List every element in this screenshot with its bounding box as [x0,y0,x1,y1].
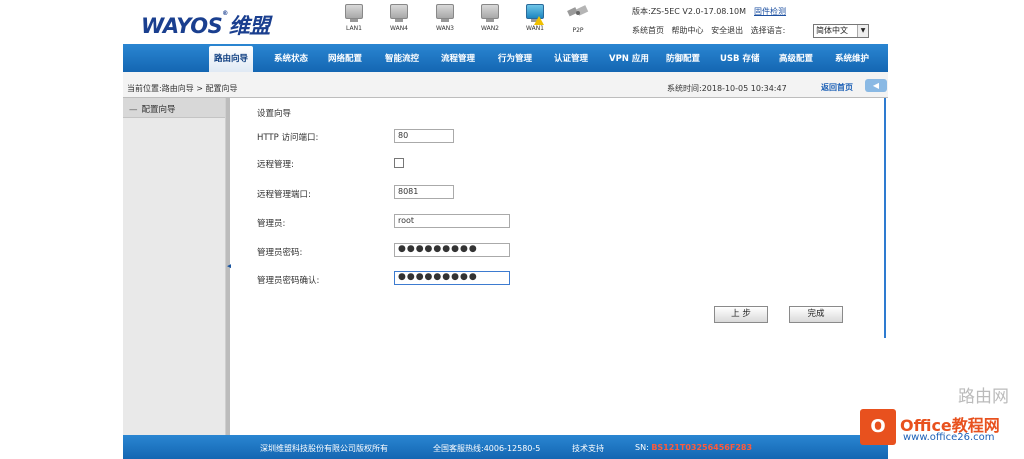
port-label: WAN4 [389,25,408,32]
collapse-icon: — [129,105,138,115]
remote-mgmt-label: 远程管理: [257,160,294,170]
port-wan1-icon[interactable]: WAN1 [522,4,548,38]
logo-reg-mark: ® [222,10,228,17]
remote-mgmt-checkbox[interactable] [394,158,404,168]
language-value: 简体中文 [816,26,848,35]
hotline: 全国客服热线:4006-12580-5 [433,444,541,453]
nav-auth-mgmt[interactable]: 认证管理 [554,52,588,64]
copyright: 深圳维盟科技股份有限公司版权所有 [260,444,388,453]
finish-button[interactable]: 完成 [789,306,843,323]
router-admin-frame: WAYOS®维盟 LAN1 WAN4 WAN3 WAN2 WAN1 P2P 版本… [123,0,888,459]
header: WAYOS®维盟 LAN1 WAN4 WAN3 WAN2 WAN1 P2P 版本… [123,0,888,44]
monitor-icon [481,4,499,19]
nav-defense-config[interactable]: 防御配置 [666,52,700,64]
logo-cn-text: 维盟 [228,14,271,38]
breadcrumb-bar: 当前位置:路由向导 > 配置向导 系统时间:2018-10-05 10:34:4… [123,72,888,98]
footer: 深圳维盟科技股份有限公司版权所有 全国客服热线:4006-12580-5 技术支… [123,435,888,459]
system-time: 系统时间:2018-10-05 10:34:47 [667,84,787,93]
port-wan2-icon[interactable]: WAN2 [477,4,503,38]
scrollbar[interactable] [884,98,886,338]
nav-system-maintenance[interactable]: 系统维护 [835,52,869,64]
help-link[interactable]: 帮助中心 [672,26,704,35]
p2p-icon[interactable]: P2P [565,4,591,38]
sidebar: — 配置向导 [123,98,226,435]
remote-port-label: 远程管理端口: [257,190,311,200]
nav-usb-storage[interactable]: USB 存储 [720,52,759,64]
remote-port-input[interactable]: 8081 [394,185,454,199]
nav-traffic-control[interactable]: 智能流控 [385,52,419,64]
chevron-down-icon: ▼ [857,25,868,37]
admin-label: 管理员: [257,219,286,229]
port-wan3-icon[interactable]: WAN3 [432,4,458,38]
admin-password-confirm-label: 管理员密码确认: [257,276,320,286]
sidebar-item-label: 配置向导 [141,105,176,115]
nav-advanced-config[interactable]: 高级配置 [779,52,813,64]
serial-number: SN: BS121T03256456F283 [635,443,752,452]
port-label: LAN1 [346,25,362,32]
office-logo-icon: O [860,409,896,445]
back-arrow-icon[interactable]: ◀ [865,79,887,92]
monitor-icon [345,4,363,19]
nav-system-status[interactable]: 系统状态 [274,52,308,64]
breadcrumb: 当前位置:路由向导 > 配置向导 [127,84,238,93]
warning-icon [534,16,544,25]
sidebar-item-config-wizard[interactable]: — 配置向导 [123,98,225,118]
port-wan4-icon[interactable]: WAN4 [386,4,412,38]
language-label: 选择语言: [750,26,786,35]
nav-route-wizard[interactable]: 路由向导 [209,46,254,72]
watermark-url: www.office26.com [903,432,995,443]
top-links: 系统首页 帮助中心 安全退出 选择语言: [632,25,790,36]
monitor-icon [390,4,408,19]
nav-behavior-mgmt[interactable]: 行为管理 [498,52,532,64]
back-home-link[interactable]: 返回首页 [821,82,853,93]
section-title: 设置向导 [257,109,292,119]
home-link[interactable]: 系统首页 [632,26,664,35]
http-port-input[interactable]: 80 [394,129,454,143]
port-label: WAN3 [435,25,454,32]
satellite-icon [567,5,589,17]
http-port-label: HTTP 访问端口: [257,133,319,143]
logo-text: WAYOS [141,14,223,38]
sn-label: SN: [635,443,649,452]
version-text: 版本:ZS-5EC V2.0-17.08.10M [632,7,747,16]
nav-vpn[interactable]: VPN 应用 [609,52,649,64]
upgrade-link[interactable]: 固件检测 [754,7,786,16]
nav-process-mgmt[interactable]: 流程管理 [441,52,475,64]
app-root: WAYOS®维盟 LAN1 WAN4 WAN3 WAN2 WAN1 P2P 版本… [0,0,1024,459]
main-nav: 路由向导 系统状态 网络配置 智能流控 流程管理 行为管理 认证管理 VPN 应… [123,44,888,72]
support-link[interactable]: 技术支持 [572,443,604,454]
main-content: 设置向导 HTTP 访问端口: 80 远程管理: 远程管理端口: 8081 管理… [231,98,886,435]
logout-link[interactable]: 安全退出 [711,26,743,35]
nav-network-config[interactable]: 网络配置 [328,52,362,64]
sn-value: BS121T03256456F283 [651,443,753,452]
prev-step-button[interactable]: 上 步 [714,306,768,323]
admin-input[interactable]: root [394,214,510,228]
admin-password-confirm-input[interactable]: ●●●●●●●●● [394,271,510,285]
port-label: WAN2 [480,25,499,32]
brand-logo: WAYOS®维盟 [141,10,270,40]
monitor-icon [436,4,454,19]
port-lan1-icon[interactable]: LAN1 [341,4,367,38]
firmware-version: 版本:ZS-5EC V2.0-17.08.10M 固件检测 [632,6,786,17]
port-label: WAN1 [525,25,544,32]
admin-password-input[interactable]: ●●●●●●●●● [394,243,510,257]
language-select[interactable]: 简体中文 ▼ [813,24,869,38]
p2p-label: P2P [572,27,584,34]
admin-password-label: 管理员密码: [257,248,303,258]
watermark-corner-text: 路由网 [958,387,1009,407]
